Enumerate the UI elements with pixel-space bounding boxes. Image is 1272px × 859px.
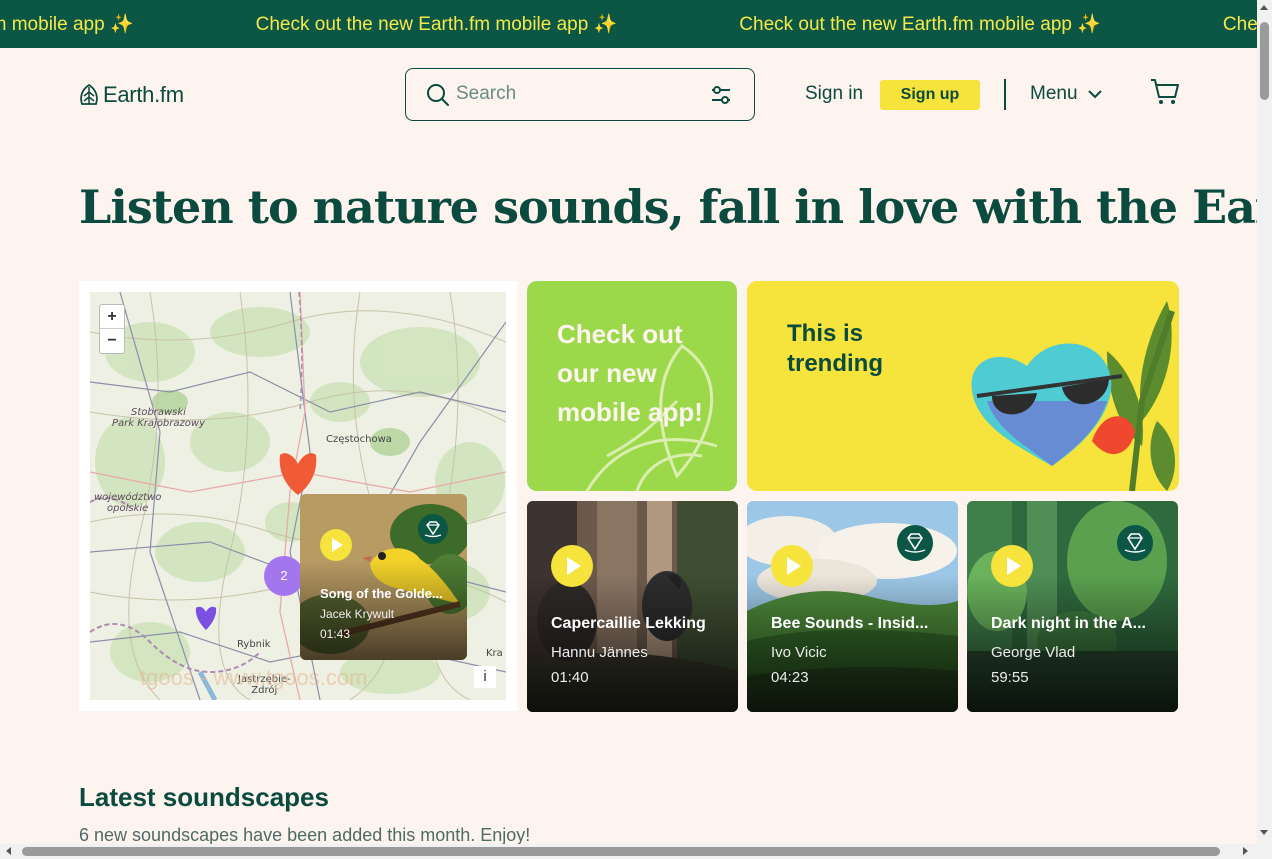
sound-card[interactable]: Dark night in the A... George Vlad 59:55 — [967, 501, 1178, 712]
sound-artist: Hannu Jännes — [551, 644, 648, 661]
announcement-item[interactable]: Check out the new Earth.fm mobile app ✨ — [256, 12, 618, 36]
scroll-right-arrow[interactable] — [1243, 847, 1248, 855]
zoom-in-button[interactable]: + — [100, 305, 124, 329]
cart-icon[interactable] — [1150, 78, 1180, 106]
zoom-out-button[interactable]: − — [100, 329, 124, 353]
play-icon[interactable] — [771, 545, 813, 587]
map-label-czestochowa: Częstochowa — [326, 434, 392, 445]
vertical-scrollbar[interactable] — [1257, 0, 1272, 859]
popup-title: Song of the Golde... — [320, 586, 443, 601]
map-cluster-marker[interactable]: 2 — [264, 556, 304, 596]
search-box[interactable] — [405, 68, 755, 121]
chevron-down-icon — [1087, 90, 1102, 99]
watermark: tgoos - www.tgoos.com — [140, 665, 368, 690]
sound-title: Capercaillie Lekking — [551, 615, 706, 632]
filter-icon[interactable] — [709, 83, 733, 107]
vertical-scroll-thumb[interactable] — [1260, 22, 1269, 100]
sound-card[interactable]: Bee Sounds - Insid... Ivo Vicic 04:23 — [747, 501, 958, 712]
map-label-opolskie: województwo opolskie — [94, 492, 162, 514]
scroll-down-arrow[interactable] — [1260, 830, 1268, 835]
sparkle-icon: ✨ — [1077, 14, 1101, 35]
map-popup-card[interactable]: Song of the Golde... Jacek Krywult 01:43 — [300, 494, 467, 660]
heart-sunglasses-illustration — [971, 301, 1176, 491]
hero-title: Listen to nature sounds, fall in love wi… — [79, 180, 1272, 234]
sound-title: Dark night in the A... — [991, 615, 1146, 632]
sound-duration: 01:40 — [551, 669, 589, 686]
horizontal-scrollbar[interactable] — [0, 844, 1257, 859]
play-icon[interactable] — [551, 545, 593, 587]
scroll-up-arrow[interactable] — [1260, 5, 1268, 10]
search-icon[interactable] — [426, 83, 450, 107]
map[interactable]: Stobrawski Park Krajobrazowy Częstochowa… — [90, 292, 506, 700]
announcement-item[interactable]: Check out the new Earth.fm mobile app ✨ — [739, 12, 1101, 36]
menu-button[interactable]: Menu — [1030, 83, 1102, 105]
diamond-badge-icon — [1117, 525, 1153, 561]
scroll-left-arrow[interactable] — [6, 847, 11, 855]
sound-duration: 04:23 — [771, 669, 809, 686]
mobile-app-promo-text: Check out our new mobile app! — [557, 319, 703, 427]
diamond-badge-icon — [897, 525, 933, 561]
map-info-button[interactable]: i — [474, 666, 496, 688]
announcement-bar[interactable]: Check out the new Earth.fm mobile app ✨ … — [0, 0, 1257, 48]
logo-text: Earth.fm — [103, 82, 184, 107]
popup-duration: 01:43 — [320, 627, 351, 641]
announcement-item[interactable]: Check out the new Earth.fm mobile app ✨ — [1223, 12, 1257, 36]
announcement-text: Check out the new Earth.fm mobile app — [1222, 14, 1257, 35]
sign-in-link[interactable]: Sign in — [805, 83, 863, 105]
diamond-badge-icon — [418, 514, 448, 544]
sign-up-button[interactable]: Sign up — [880, 80, 980, 110]
popup-artist: Jacek Krywult — [320, 607, 395, 621]
map-panel: Stobrawski Park Krajobrazowy Częstochowa… — [79, 281, 517, 711]
announcement-item[interactable]: Check out the new Earth.fm mobile app ✨ — [0, 12, 134, 36]
logo[interactable]: Earth.fm — [79, 82, 184, 108]
header-divider — [1004, 79, 1006, 110]
play-icon[interactable] — [991, 545, 1033, 587]
map-label-kra: Kra — [486, 648, 503, 659]
sound-artist: George Vlad — [991, 644, 1076, 661]
trending-promo-text: This is trending — [787, 320, 883, 377]
latest-soundscapes-subtitle: 6 new soundscapes have been added this m… — [79, 825, 531, 845]
sparkle-icon: ✨ — [593, 14, 618, 35]
map-label-rybnik: Rybnik — [237, 639, 271, 650]
sound-duration: 59:55 — [991, 669, 1029, 686]
menu-label: Menu — [1030, 83, 1078, 104]
sound-artist: Ivo Vicic — [771, 644, 827, 661]
horizontal-scroll-thumb[interactable] — [22, 847, 1220, 856]
latest-soundscapes-title: Latest soundscapes — [79, 782, 329, 812]
logo-leaf-icon — [80, 84, 98, 105]
sound-title: Bee Sounds - Insid... — [771, 615, 929, 632]
announcement-text: Check out the new Earth.fm mobile app — [739, 14, 1072, 35]
search-input[interactable] — [456, 79, 696, 109]
trending-promo-card[interactable]: This is trending — [747, 281, 1179, 491]
announcement-text: Check out the new Earth.fm mobile app — [0, 14, 105, 35]
zoom-control: + − — [99, 304, 125, 354]
mobile-app-promo-card[interactable]: Check out our new mobile app! — [527, 281, 737, 491]
sparkle-icon: ✨ — [109, 14, 134, 35]
play-icon[interactable] — [320, 529, 352, 561]
sound-card[interactable]: Capercaillie Lekking Hannu Jännes 01:40 — [527, 501, 738, 712]
map-label-park: Stobrawski Park Krajobrazowy — [112, 407, 205, 429]
announcement-track: Check out the new Earth.fm mobile app ✨ … — [0, 0, 1257, 48]
announcement-text: Check out the new Earth.fm mobile app — [255, 14, 589, 35]
